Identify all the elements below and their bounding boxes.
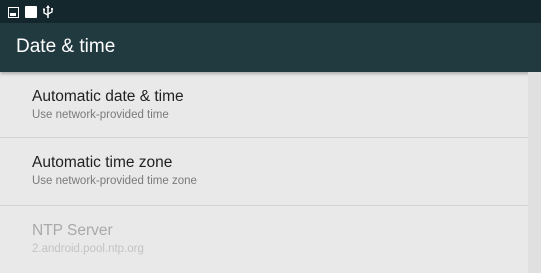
status-bar: [0, 0, 541, 23]
setting-title: Automatic date & time: [32, 88, 184, 105]
setting-automatic-date-time[interactable]: Automatic date & time Use network-provid…: [0, 72, 528, 138]
setting-title: Automatic time zone: [32, 154, 173, 171]
setting-title: NTP Server: [32, 222, 113, 239]
square-icon: [25, 6, 37, 18]
setting-subtitle: 2.android.pool.ntp.org: [32, 243, 144, 255]
setting-subtitle: Use network-provided time zone: [32, 175, 197, 187]
setting-automatic-time-zone[interactable]: Automatic time zone Use network-provided…: [0, 138, 528, 206]
setting-subtitle: Use network-provided time: [32, 109, 169, 121]
app-bar: Date & time: [0, 23, 541, 72]
scrollbar[interactable]: [528, 72, 541, 273]
setting-ntp-server: NTP Server 2.android.pool.ntp.org: [0, 206, 528, 273]
scrollbar-thumb[interactable]: [532, 76, 537, 196]
usb-icon: [43, 5, 53, 19]
page-title: Date & time: [16, 36, 116, 57]
status-icons: [8, 5, 59, 19]
gallery-icon: [8, 6, 19, 18]
settings-list: Automatic date & time Use network-provid…: [0, 72, 528, 273]
